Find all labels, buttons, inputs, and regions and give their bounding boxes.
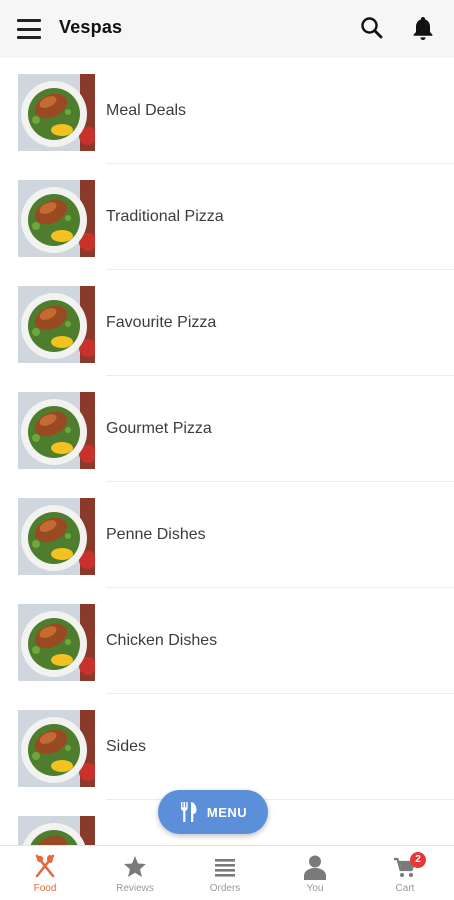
category-label: Meal Deals (106, 102, 187, 119)
category-row-favourite-pizza[interactable]: Favourite Pizza (0, 270, 454, 376)
menu-fab-button[interactable]: MENU (158, 790, 268, 834)
category-label: Gourmet Pizza (106, 420, 212, 437)
category-label: Sides (106, 738, 147, 755)
nav-label: Food (33, 883, 57, 894)
menu-fab-label: MENU (206, 804, 248, 820)
category-row-meal-deals[interactable]: Meal Deals (0, 58, 454, 164)
nav-item-orders[interactable]: Orders (180, 846, 270, 900)
bell-icon[interactable] (408, 13, 438, 43)
nav-label: Orders (209, 883, 241, 894)
category-thumbnail (18, 604, 95, 681)
nav-label: You (306, 883, 324, 894)
hamburger-menu-icon[interactable] (15, 16, 43, 42)
category-row-traditional-pizza[interactable]: Traditional Pizza (0, 164, 454, 270)
nav-label: Cart (395, 883, 415, 894)
category-thumbnail (18, 286, 95, 363)
nav-item-you[interactable]: You (270, 846, 360, 900)
category-label: Favourite Pizza (106, 314, 217, 331)
category-thumbnail (18, 710, 95, 787)
category-thumbnail (18, 74, 95, 151)
nav-label: Reviews (116, 883, 154, 894)
category-thumbnail (18, 498, 95, 575)
cart-count-badge: 2 (410, 852, 426, 868)
category-thumbnail (18, 392, 95, 469)
search-icon[interactable] (358, 14, 386, 42)
category-row-sides[interactable]: Sides (0, 694, 454, 800)
star-icon (124, 856, 146, 877)
nav-item-reviews[interactable]: Reviews (90, 846, 180, 900)
fork-knife-icon (35, 854, 55, 878)
category-row-penne-dishes[interactable]: Penne Dishes (0, 482, 454, 588)
nav-item-food[interactable]: Food (0, 846, 90, 900)
bottom-nav: Food Reviews Orders You 2 Cart (0, 845, 454, 900)
category-thumbnail (18, 180, 95, 257)
category-row-chicken-dishes[interactable]: Chicken Dishes (0, 588, 454, 694)
category-label: Penne Dishes (106, 526, 206, 543)
category-row-gourmet-pizza[interactable]: Gourmet Pizza (0, 376, 454, 482)
person-icon (304, 855, 326, 880)
fork-knife-icon (180, 802, 197, 822)
nav-item-cart[interactable]: 2 Cart (360, 846, 450, 900)
category-label: Chicken Dishes (106, 632, 218, 649)
page-title: Vespas (59, 17, 123, 37)
category-list: Meal Deals Traditional Pizza Favourite P… (0, 58, 454, 900)
list-icon (215, 859, 235, 877)
app-bar: Vespas (0, 0, 454, 58)
category-label: Traditional Pizza (106, 208, 224, 225)
